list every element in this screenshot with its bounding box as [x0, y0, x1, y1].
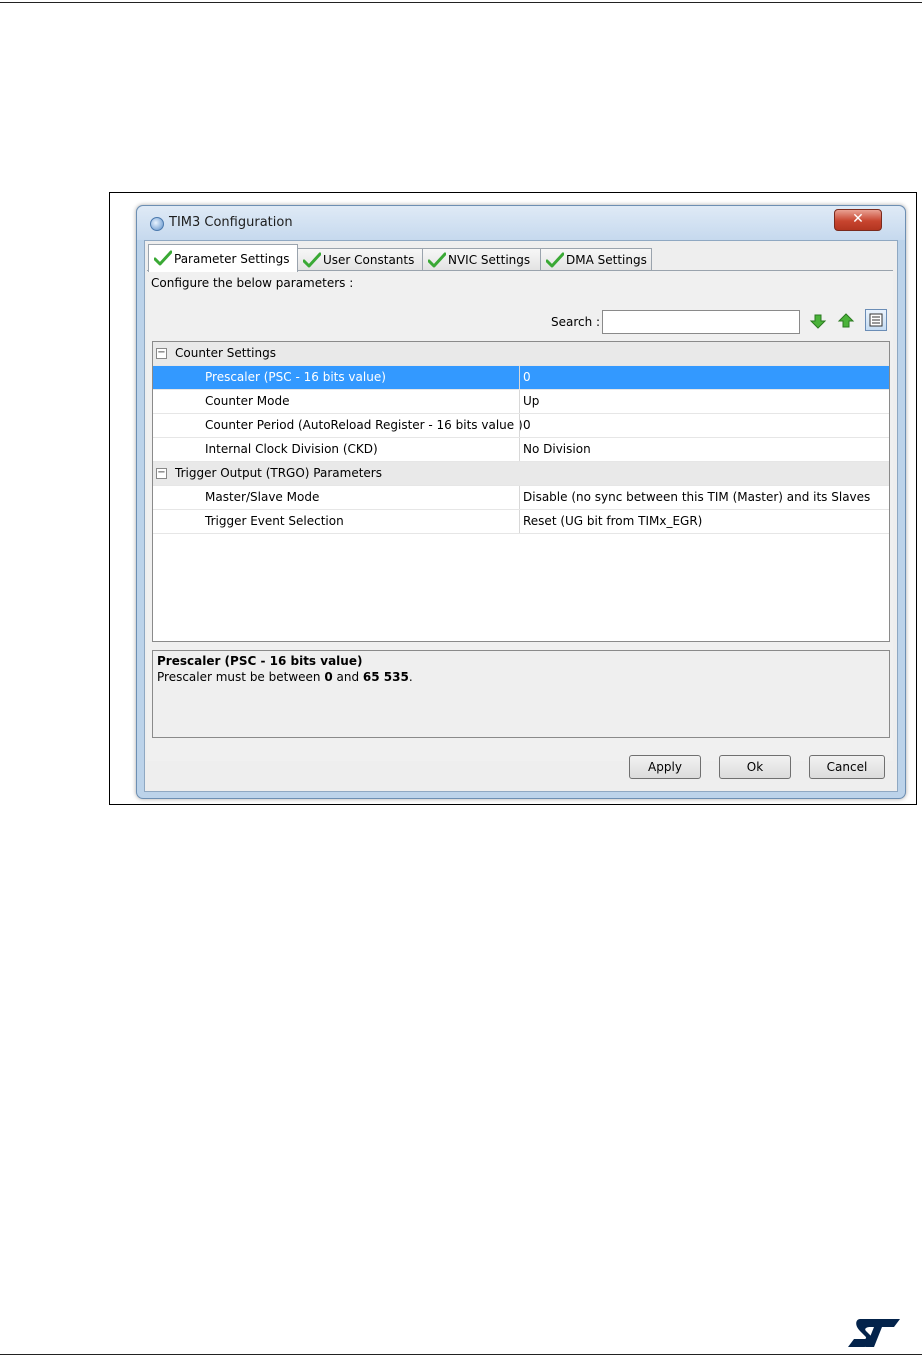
group-row-trigger-output[interactable]: − Trigger Output (TRGO) Parameters [153, 462, 889, 486]
param-name: Counter Period (AutoReload Register - 16… [205, 418, 523, 432]
param-name: Master/Slave Mode [205, 490, 320, 504]
description-middle: and [332, 670, 363, 684]
collapse-icon[interactable]: − [156, 348, 167, 359]
param-value[interactable]: 0 [519, 366, 889, 389]
title-bar[interactable]: TIM3 Configuration ✕ [137, 206, 905, 240]
param-row-prescaler[interactable]: Prescaler (PSC - 16 bits value) 0 [153, 366, 889, 390]
tab-label: DMA Settings [566, 253, 647, 267]
page-bottom-rule [0, 1354, 922, 1355]
cancel-button[interactable]: Cancel [809, 755, 885, 779]
param-value[interactable]: Disable (no sync between this TIM (Maste… [519, 486, 889, 509]
window-title: TIM3 Configuration [169, 215, 293, 230]
ok-button[interactable]: Ok [719, 755, 791, 779]
tab-nvic-settings[interactable]: NVIC Settings [422, 248, 541, 271]
description-min: 0 [324, 670, 333, 684]
param-row-master-slave-mode[interactable]: Master/Slave Mode Disable (no sync betwe… [153, 486, 889, 510]
description-suffix: . [408, 670, 413, 684]
configure-hint: Configure the below parameters : [151, 276, 354, 290]
dialog-client-area: Parameter Settings User Constants NVIC S… [144, 240, 898, 792]
search-input[interactable] [602, 310, 800, 334]
group-label: Trigger Output (TRGO) Parameters [175, 466, 382, 480]
param-row-clock-division[interactable]: Internal Clock Division (CKD) No Divisio… [153, 438, 889, 462]
check-icon [303, 252, 321, 268]
check-icon [546, 252, 564, 268]
arrow-down-icon[interactable] [809, 312, 827, 330]
description-box: Prescaler (PSC - 16 bits value) Prescale… [152, 650, 890, 738]
param-name: Trigger Event Selection [205, 514, 344, 528]
app-icon [150, 217, 164, 231]
tab-label: Parameter Settings [174, 252, 290, 266]
tab-label: NVIC Settings [448, 253, 531, 267]
param-value[interactable]: 0 [519, 414, 889, 437]
close-button[interactable]: ✕ [834, 209, 882, 231]
description-title: Prescaler (PSC - 16 bits value) [157, 654, 363, 668]
close-icon: ✕ [852, 211, 864, 227]
param-value[interactable]: Reset (UG bit from TIMx_EGR) [519, 510, 889, 533]
check-icon [154, 250, 172, 266]
tab-label: User Constants [323, 253, 415, 267]
param-name: Internal Clock Division (CKD) [205, 442, 378, 456]
param-row-trigger-event[interactable]: Trigger Event Selection Reset (UG bit fr… [153, 510, 889, 534]
parameter-tree: − Counter Settings Prescaler (PSC - 16 b… [152, 341, 890, 642]
tab-dma-settings[interactable]: DMA Settings [540, 248, 652, 271]
description-prefix: Prescaler must be between [157, 670, 325, 684]
param-name: Counter Mode [205, 394, 290, 408]
search-label: Search : [551, 315, 601, 329]
description-text: Prescaler must be between 0 and 65 535. [157, 670, 413, 684]
check-icon [428, 252, 446, 268]
param-value[interactable]: Up [519, 390, 889, 413]
collapse-icon[interactable]: − [156, 468, 167, 479]
list-icon [869, 313, 883, 327]
apply-button[interactable]: Apply [629, 755, 701, 779]
param-name: Prescaler (PSC - 16 bits value) [205, 370, 386, 384]
parameter-settings-panel: Configure the below parameters : Search … [147, 270, 893, 761]
group-label: Counter Settings [175, 346, 276, 360]
tab-user-constants[interactable]: User Constants [297, 248, 423, 271]
page-top-rule [0, 2, 922, 3]
tim3-configuration-dialog: TIM3 Configuration ✕ Parameter Settings … [136, 205, 906, 799]
param-row-counter-period[interactable]: Counter Period (AutoReload Register - 16… [153, 414, 889, 438]
group-row-counter-settings[interactable]: − Counter Settings [153, 342, 889, 366]
tab-parameter-settings[interactable]: Parameter Settings [148, 244, 298, 272]
param-value[interactable]: No Division [519, 438, 889, 461]
st-logo [848, 1319, 900, 1347]
arrow-up-icon[interactable] [837, 312, 855, 330]
description-max: 65 535 [362, 670, 409, 684]
list-view-button[interactable] [865, 309, 887, 331]
param-row-counter-mode[interactable]: Counter Mode Up [153, 390, 889, 414]
